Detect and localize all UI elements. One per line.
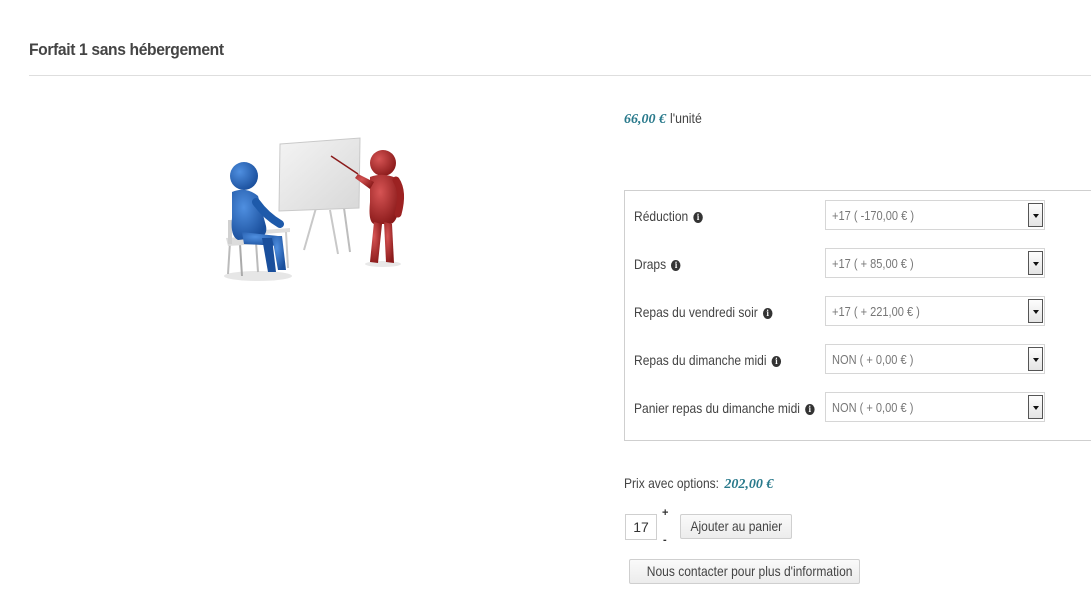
option-select-panier-repas[interactable]: NON ( + 0,00 € ) [825, 392, 1045, 422]
option-row-repas-dimanche: Repas du dimanche midi i NON ( + 0,00 € ) [625, 344, 1091, 374]
options-panel: Réduction i +17 ( -170,00 € ) Draps i +17 … [624, 190, 1091, 441]
title-divider [29, 75, 1091, 76]
unit-price: 66,00 € [624, 112, 666, 127]
product-image [218, 132, 418, 287]
total-label: Prix avec options: [624, 475, 720, 491]
info-icon[interactable]: i [762, 307, 773, 319]
option-select-repas-dimanche[interactable]: NON ( + 0,00 € ) [825, 344, 1045, 374]
quantity-increment[interactable]: + [662, 507, 668, 519]
option-label: Repas du dimanche midi i [634, 352, 782, 368]
option-select-repas-vendredi[interactable]: +17 ( + 221,00 € ) [825, 296, 1045, 326]
option-label: Réduction i [634, 208, 703, 224]
info-icon[interactable]: i [693, 211, 703, 223]
total-price: 202,00 € [724, 477, 774, 492]
option-row-reduction: Réduction i +17 ( -170,00 € ) [625, 200, 1091, 230]
option-row-repas-vendredi: Repas du vendredi soir i +17 ( + 221,00 €… [625, 296, 1091, 326]
select-value: NON ( + 0,00 € ) [832, 352, 914, 367]
add-to-cart-button[interactable]: Ajouter au panier [680, 514, 792, 539]
info-icon[interactable]: i [671, 259, 681, 271]
select-value: +17 ( + 85,00 € ) [832, 256, 914, 271]
info-icon[interactable]: i [771, 355, 782, 367]
chevron-down-icon[interactable] [1028, 395, 1043, 419]
total-price-line: Prix avec options: 202,00 € [624, 475, 773, 493]
quantity-input[interactable]: 17 [625, 514, 657, 540]
option-label: Draps i [634, 256, 681, 272]
option-label: Panier repas du dimanche midi i [634, 400, 815, 416]
option-select-reduction[interactable]: +17 ( -170,00 € ) [825, 200, 1045, 230]
select-value: NON ( + 0,00 € ) [832, 400, 914, 415]
select-value: +17 ( -170,00 € ) [832, 208, 915, 223]
info-icon[interactable]: i [805, 403, 815, 415]
unit-suffix: l'unité [669, 110, 702, 126]
option-select-draps[interactable]: +17 ( + 85,00 € ) [825, 248, 1045, 278]
product-title: Forfait 1 sans hébergement [29, 40, 224, 59]
option-row-panier-repas: Panier repas du dimanche midi i NON ( + 0… [625, 392, 1091, 422]
contact-button[interactable]: Nous contacter pour plus d'information [629, 559, 860, 584]
option-row-draps: Draps i +17 ( + 85,00 € ) [625, 248, 1091, 278]
unit-price-line: 66,00 € l'unité [624, 110, 706, 128]
chevron-down-icon[interactable] [1028, 203, 1043, 227]
chevron-down-icon[interactable] [1028, 251, 1043, 275]
select-value: +17 ( + 221,00 € ) [832, 304, 920, 319]
chevron-down-icon[interactable] [1028, 347, 1043, 371]
option-label: Repas du vendredi soir i [634, 304, 773, 320]
chevron-down-icon[interactable] [1028, 299, 1043, 323]
quantity-decrement[interactable]: - [663, 534, 667, 546]
